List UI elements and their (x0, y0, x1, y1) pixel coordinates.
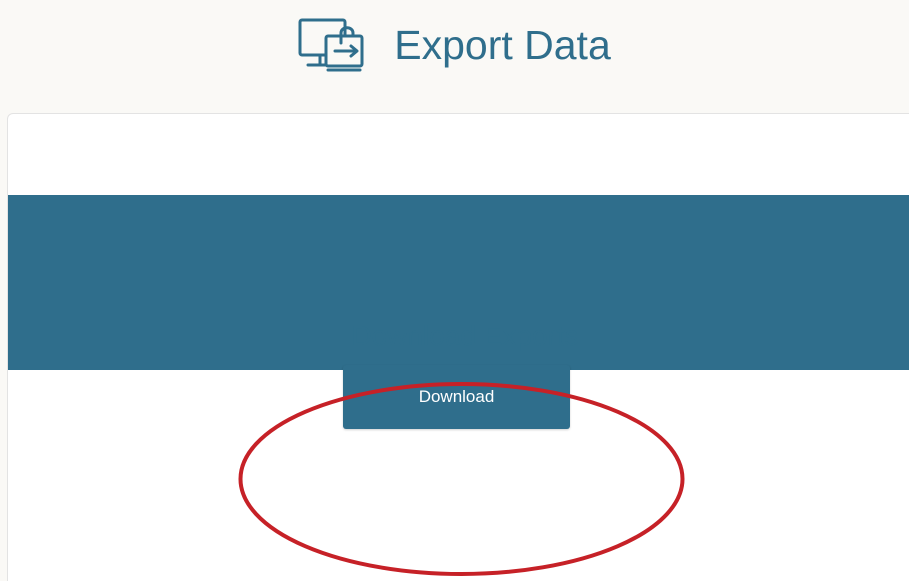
page-title: Export Data (394, 21, 611, 68)
download-exports-section: Download Exports Download (0, 319, 909, 439)
header-content: Export Data (0, 18, 909, 72)
page-header: Export Data (0, 0, 909, 100)
download-exports-title: Download Exports (351, 320, 579, 351)
device-export-icon (298, 18, 364, 72)
export-data-page: Export Data Download Exports Download (0, 0, 909, 581)
download-button[interactable]: Download (343, 365, 570, 429)
